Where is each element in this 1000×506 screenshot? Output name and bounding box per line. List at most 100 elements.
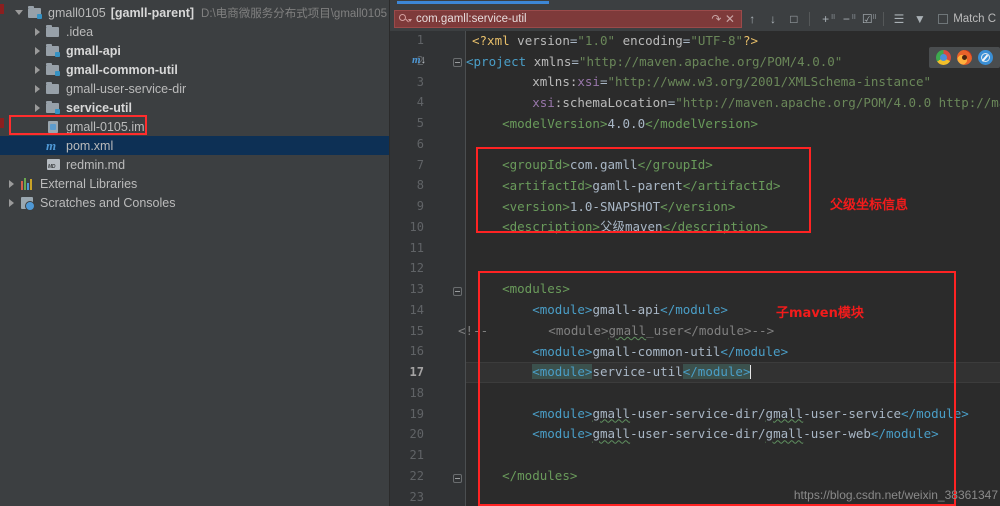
code-editor[interactable]: 1 2 3 4 5 6 7 8 9 10 11 12 13 14 15 16 1… — [390, 31, 1000, 506]
filter-button[interactable]: ▼ — [911, 10, 928, 28]
code-line-7[interactable]: <groupId>com.gamll</groupId> — [472, 155, 713, 176]
tree-row-gmall-user-service-dir[interactable]: gmall-user-service-dir — [0, 79, 389, 98]
chevron-down-icon[interactable] — [408, 19, 412, 22]
line-number: 13 — [394, 282, 424, 296]
line-number: 10 — [394, 220, 424, 234]
firefox-icon[interactable] — [957, 50, 972, 65]
line-number: 5 — [394, 116, 424, 130]
line-number: 8 — [394, 178, 424, 192]
tree-row-redmin-md[interactable]: redmin.md — [0, 155, 389, 174]
chrome-icon[interactable] — [936, 50, 951, 65]
project-tool-window: gmall0105 [gamll-parent] D:\电商微服务分布式项目\g… — [0, 0, 390, 506]
search-input[interactable]: com.gamll:service-util ↷ ✕ — [394, 10, 742, 28]
tree-item-label: Scratches and Consoles — [40, 196, 176, 210]
tree-row-scratches-and-consoles[interactable]: Scratches and Consoles — [0, 193, 389, 212]
code-line-10[interactable]: <description>父级maven</description> — [472, 217, 768, 238]
tree-row-external-libraries[interactable]: External Libraries — [0, 174, 389, 193]
code-line-4[interactable]: xsi:schemaLocation="http://maven.apache.… — [472, 93, 1000, 114]
tree-row-gmall-0105-iml[interactable]: gmall-0105.iml — [0, 117, 389, 136]
code-line-13[interactable]: <modules> — [472, 279, 570, 300]
collapse-all-button[interactable]: − — [838, 10, 855, 28]
line-number: 15 — [394, 324, 424, 338]
safari-icon[interactable] — [978, 50, 993, 65]
group-by-button[interactable]: ☰ — [891, 10, 908, 28]
tree-row-pom-xml[interactable]: m pom.xml — [0, 136, 389, 155]
maven-gutter-icon[interactable]: m↓ — [412, 54, 426, 66]
match-case-checkbox[interactable] — [938, 14, 948, 24]
code-fold-toggle[interactable] — [453, 287, 462, 296]
tree-item-label: gmall-0105.iml — [66, 120, 147, 134]
history-return-icon[interactable]: ↷ — [710, 12, 723, 26]
tree-item-label: gmall-user-service-dir — [66, 82, 186, 96]
code-line-1[interactable]: <?xml version="1.0" encoding="UTF-8"?> — [472, 31, 758, 52]
code-fold-toggle[interactable] — [453, 474, 462, 483]
tree-row-root[interactable]: gmall0105 [gamll-parent] D:\电商微服务分布式项目\g… — [0, 3, 389, 22]
match-case-label: Match C — [953, 13, 996, 25]
line-number: 9 — [394, 199, 424, 213]
line-number-current: 17 — [394, 365, 424, 379]
tree-row-gmall-common-util[interactable]: gmall-common-util — [0, 60, 389, 79]
close-icon[interactable]: ✕ — [723, 12, 737, 26]
editor-tab-strip[interactable] — [390, 0, 1000, 7]
code-line-16[interactable]: <module>gmall-common-util</module> — [472, 342, 788, 363]
code-line-19[interactable]: <module>gmall-user-service-dir/gmall-use… — [472, 404, 969, 425]
chevron-right-icon[interactable] — [32, 64, 43, 75]
select-all-button[interactable]: □ — [785, 10, 802, 28]
line-number: 23 — [394, 490, 424, 504]
tree-item-label: redmin.md — [66, 158, 125, 172]
code-fold-toggle[interactable] — [453, 58, 462, 67]
line-number: 12 — [394, 261, 424, 275]
line-number: 7 — [394, 158, 424, 172]
find-next-button[interactable]: ↓ — [765, 10, 782, 28]
tree-item-label: gmall-common-util — [66, 63, 178, 77]
line-number: 14 — [394, 303, 424, 317]
chevron-right-icon[interactable] — [6, 197, 17, 208]
line-number: 3 — [394, 75, 424, 89]
code-line-14[interactable]: <module>gmall-api</module> — [472, 300, 728, 321]
chevron-right-icon[interactable] — [32, 83, 43, 94]
line-number: 16 — [394, 344, 424, 358]
folder-module-icon — [45, 43, 62, 59]
scratches-icon — [19, 195, 36, 211]
toggle-check-button[interactable]: ☑ — [859, 10, 876, 28]
tree-row-service-util[interactable]: service-util — [0, 98, 389, 117]
tree-item-label: External Libraries — [40, 177, 137, 191]
code-line-9[interactable]: <version>1.0-SNAPSHOT</version> — [472, 197, 735, 218]
code-line-17[interactable]: <module>service-util</module> — [472, 362, 751, 383]
code-line-2[interactable]: <project xmlns="http://maven.apache.org/… — [466, 52, 842, 73]
code-line-8[interactable]: <artifactId>gamll-parent</artifactId> — [472, 176, 781, 197]
child-modules-note: 子maven模块 — [776, 302, 864, 321]
code-line-22[interactable]: </modules> — [472, 466, 577, 487]
text-caret — [750, 365, 751, 379]
folder-module-icon — [45, 62, 62, 78]
find-previous-button[interactable]: ↑ — [744, 10, 761, 28]
browser-preview-popup[interactable] — [929, 47, 1000, 68]
line-number: 11 — [394, 241, 424, 255]
parent-coordinates-note: 父级坐标信息 — [830, 194, 908, 213]
code-line-3[interactable]: xmlns:xsi="http://www.w3.org/2001/XMLSch… — [472, 72, 931, 93]
folder-module-icon — [45, 100, 62, 116]
line-number: 19 — [394, 407, 424, 421]
find-toolbar: com.gamll:service-util ↷ ✕ ↑ ↓ □ + − ☑ ☰… — [390, 7, 1000, 31]
line-number-gutter[interactable]: 1 2 3 4 5 6 7 8 9 10 11 12 13 14 15 16 1… — [390, 31, 466, 506]
line-number: 20 — [394, 427, 424, 441]
code-line-20[interactable]: <module>gmall-user-service-dir/gmall-use… — [472, 424, 939, 445]
search-input-value[interactable]: com.gamll:service-util — [416, 13, 710, 25]
expand-all-button[interactable]: + — [817, 10, 834, 28]
tree-item-label: .idea — [66, 25, 93, 39]
project-tree[interactable]: gmall0105 [gamll-parent] D:\电商微服务分布式项目\g… — [0, 0, 389, 212]
chevron-right-icon[interactable] — [32, 45, 43, 56]
chevron-down-icon[interactable] — [14, 7, 25, 18]
tree-row-idea[interactable]: .idea — [0, 22, 389, 41]
line-number: 18 — [394, 386, 424, 400]
folder-module-icon — [27, 5, 44, 21]
ide-window: gmall0105 [gamll-parent] D:\电商微服务分布式项目\g… — [0, 0, 1000, 506]
chevron-right-icon[interactable] — [32, 102, 43, 113]
chevron-right-icon[interactable] — [6, 178, 17, 189]
iml-file-icon — [45, 119, 62, 135]
code-line-5[interactable]: <modelVersion>4.0.0</modelVersion> — [472, 114, 758, 135]
code-text[interactable]: <?xml version="1.0" encoding="UTF-8"?> <… — [466, 31, 1000, 506]
code-line-15[interactable]: <!-- <module>gmall_user</module>--> — [458, 321, 774, 342]
tree-row-gmall-api[interactable]: gmall-api — [0, 41, 389, 60]
chevron-right-icon[interactable] — [32, 26, 43, 37]
